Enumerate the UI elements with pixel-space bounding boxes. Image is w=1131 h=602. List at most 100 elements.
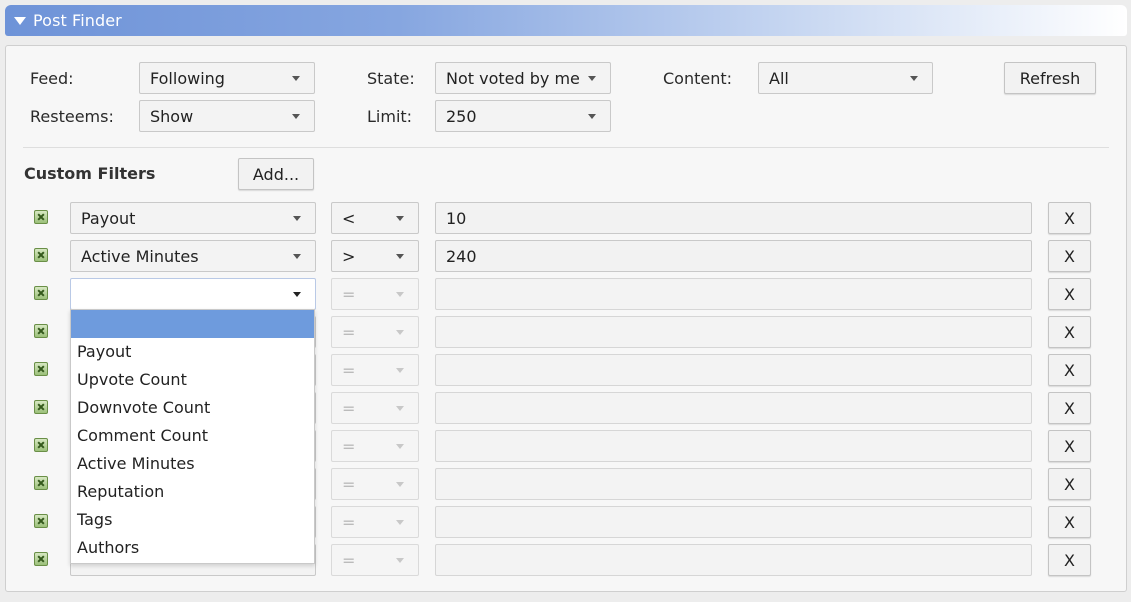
dropdown-option[interactable]: Upvote Count: [71, 366, 314, 394]
filter-value-input[interactable]: [435, 316, 1032, 348]
remove-filter-checkbox-icon[interactable]: [34, 362, 48, 376]
dropdown-option[interactable]: Tags: [71, 506, 314, 534]
remove-filter-button[interactable]: X: [1048, 430, 1091, 462]
remove-filter-button[interactable]: X: [1048, 202, 1091, 234]
dropdown-option[interactable]: Reputation: [71, 478, 314, 506]
chevron-down-icon: [293, 254, 301, 259]
chevron-down-icon: [588, 114, 596, 119]
filter-operator-select[interactable]: =: [331, 316, 419, 348]
remove-filter-checkbox-icon[interactable]: [34, 552, 48, 566]
limit-select[interactable]: 250: [435, 100, 611, 132]
filter-operator-select[interactable]: =: [331, 430, 419, 462]
dropdown-option[interactable]: Authors: [71, 534, 314, 562]
filter-operator-value: =: [342, 550, 356, 570]
dropdown-option[interactable]: Downvote Count: [71, 394, 314, 422]
remove-filter-checkbox-icon[interactable]: [34, 248, 48, 262]
resteems-select[interactable]: Show: [139, 100, 315, 132]
filter-value-input[interactable]: [435, 392, 1032, 424]
remove-filter-checkbox-icon[interactable]: [34, 476, 48, 490]
filter-operator-value: =: [342, 398, 356, 418]
chevron-down-icon: [396, 444, 404, 449]
chevron-down-icon: [292, 114, 300, 119]
dropdown-option[interactable]: Comment Count: [71, 422, 314, 450]
filter-value-input[interactable]: 10: [435, 202, 1032, 234]
filter-field-value: Payout: [81, 208, 136, 228]
remove-filter-button[interactable]: X: [1048, 544, 1091, 576]
limit-select-value: 250: [446, 106, 477, 126]
remove-filter-checkbox-icon[interactable]: [34, 438, 48, 452]
chevron-down-icon: [396, 292, 404, 297]
content-select-value: All: [769, 68, 789, 88]
remove-filter-button[interactable]: X: [1048, 468, 1091, 500]
chevron-down-icon: [396, 406, 404, 411]
collapse-triangle-icon[interactable]: [14, 17, 26, 25]
dropdown-option[interactable]: Active Minutes: [71, 450, 314, 478]
filter-field-select[interactable]: Payout: [70, 202, 316, 234]
filter-value-input[interactable]: [435, 354, 1032, 386]
divider: [23, 147, 1109, 148]
filter-operator-value: =: [342, 512, 356, 532]
state-select[interactable]: Not voted by me: [435, 62, 611, 94]
dropdown-option[interactable]: Payout: [71, 338, 314, 366]
content-select[interactable]: All: [758, 62, 933, 94]
filter-value-text: 240: [446, 246, 477, 266]
feed-select-value: Following: [150, 68, 225, 88]
filter-operator-value: =: [342, 360, 356, 380]
filter-operator-value: =: [342, 436, 356, 456]
resteems-label: Resteems:: [30, 107, 114, 126]
chevron-down-icon: [910, 76, 918, 81]
filter-operator-value: =: [342, 474, 356, 494]
filter-value-input[interactable]: [435, 506, 1032, 538]
remove-filter-button[interactable]: X: [1048, 392, 1091, 424]
filter-operator-select[interactable]: <: [331, 202, 419, 234]
custom-filters-heading: Custom Filters: [24, 164, 156, 183]
chevron-down-icon: [396, 216, 404, 221]
filter-value-text: 10: [446, 208, 467, 228]
filter-operator-select[interactable]: =: [331, 278, 419, 310]
chevron-down-icon: [396, 254, 404, 259]
remove-filter-checkbox-icon[interactable]: [34, 210, 48, 224]
field-dropdown-list[interactable]: Payout Upvote Count Downvote Count Comment …: [70, 309, 315, 564]
filter-operator-select[interactable]: =: [331, 544, 419, 576]
chevron-down-icon: [396, 520, 404, 525]
filter-operator-select[interactable]: =: [331, 468, 419, 500]
chevron-down-icon: [293, 292, 301, 297]
resteems-select-value: Show: [150, 106, 194, 126]
chevron-down-icon: [293, 216, 301, 221]
refresh-button[interactable]: Refresh: [1004, 62, 1096, 94]
filter-operator-select[interactable]: =: [331, 392, 419, 424]
remove-filter-button[interactable]: X: [1048, 354, 1091, 386]
remove-filter-checkbox-icon[interactable]: [34, 514, 48, 528]
filter-value-input[interactable]: [435, 430, 1032, 462]
remove-filter-checkbox-icon[interactable]: [34, 400, 48, 414]
chevron-down-icon: [396, 558, 404, 563]
filter-operator-select[interactable]: =: [331, 354, 419, 386]
state-select-value: Not voted by me: [446, 68, 580, 88]
filter-operator-select[interactable]: =: [331, 506, 419, 538]
filter-value-input[interactable]: [435, 278, 1032, 310]
remove-filter-button[interactable]: X: [1048, 240, 1091, 272]
dropdown-option[interactable]: [71, 310, 314, 338]
state-label: State:: [367, 69, 415, 88]
remove-filter-button[interactable]: X: [1048, 506, 1091, 538]
filter-value-input[interactable]: [435, 468, 1032, 500]
filter-operator-value: <: [342, 208, 356, 228]
add-filter-button[interactable]: Add...: [238, 158, 314, 190]
remove-filter-checkbox-icon[interactable]: [34, 286, 48, 300]
remove-filter-button[interactable]: X: [1048, 278, 1091, 310]
remove-filter-button[interactable]: X: [1048, 316, 1091, 348]
chevron-down-icon: [292, 76, 300, 81]
filter-operator-value: =: [342, 284, 356, 304]
chevron-down-icon: [396, 482, 404, 487]
filter-field-select[interactable]: [70, 278, 316, 310]
filter-field-select[interactable]: Active Minutes: [70, 240, 316, 272]
filter-value-input[interactable]: [435, 544, 1032, 576]
filter-operator-select[interactable]: >: [331, 240, 419, 272]
limit-label: Limit:: [367, 107, 413, 126]
title-bar[interactable]: Post Finder: [5, 5, 1127, 36]
chevron-down-icon: [396, 330, 404, 335]
feed-select[interactable]: Following: [139, 62, 315, 94]
filter-value-input[interactable]: 240: [435, 240, 1032, 272]
filter-field-value: Active Minutes: [81, 246, 199, 266]
remove-filter-checkbox-icon[interactable]: [34, 324, 48, 338]
